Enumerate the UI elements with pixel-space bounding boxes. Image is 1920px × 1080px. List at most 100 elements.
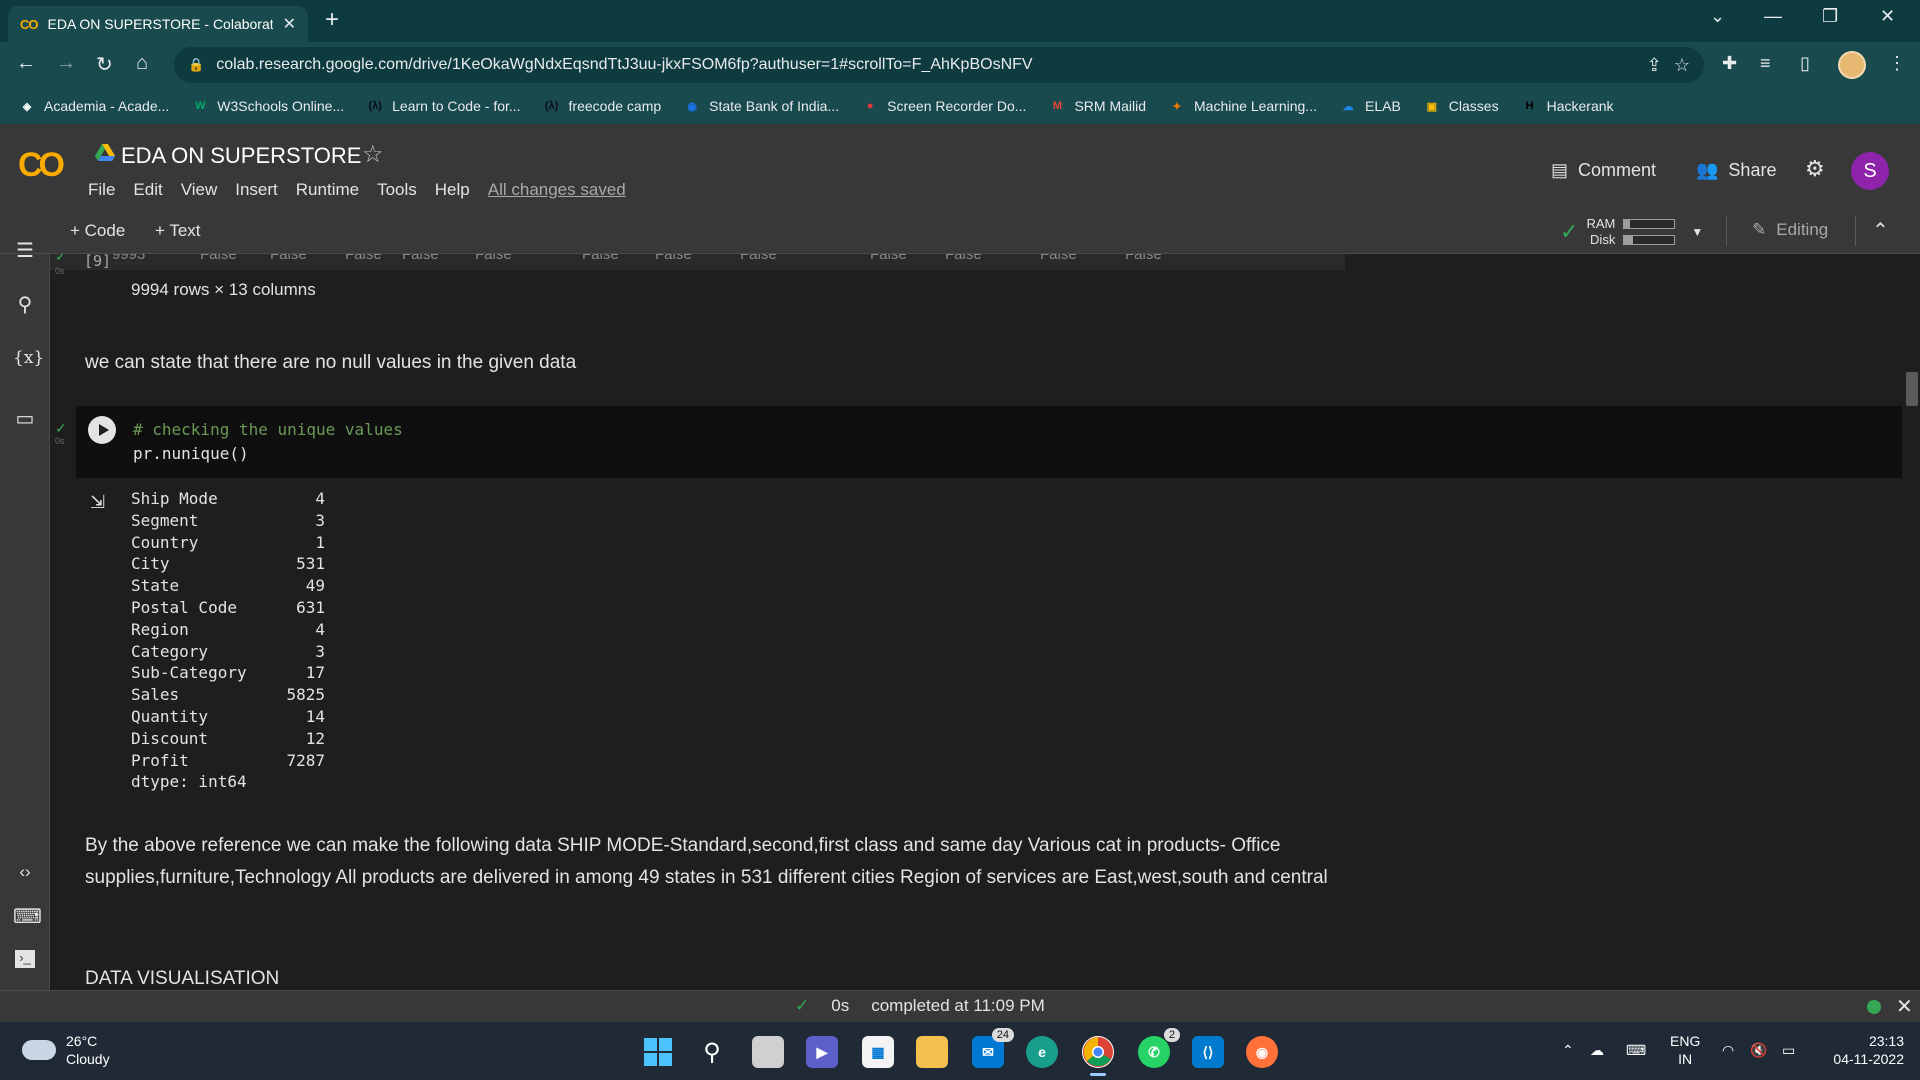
teams-chat-icon[interactable]: ▶ [806,1036,838,1068]
touch-keyboard-icon[interactable]: ⌨ [1626,1042,1646,1059]
settings-gear-icon[interactable]: ⚙ [1805,156,1825,182]
column-name: City [131,554,170,574]
bookmark-item[interactable]: ◉ State Bank of India... [683,97,839,115]
search-icon[interactable]: ⚲ [696,1036,728,1068]
weather-condition: Cloudy [66,1051,110,1067]
code-editor[interactable]: # checking the unique values pr.nunique(… [133,418,403,466]
add-code-button[interactable]: + Code [70,221,125,241]
back-icon[interactable]: ← [16,52,36,75]
bookmark-label: Classes [1448,98,1499,114]
files-folder-icon[interactable]: ▭ [13,406,37,431]
menu-file[interactable]: File [88,180,115,200]
comment-button[interactable]: ▤ Comment [1551,160,1656,181]
speaker-muted-icon[interactable]: 🔇 [1750,1042,1767,1059]
address-bar[interactable]: 🔒 colab.research.google.com/drive/1KeOka… [174,47,1704,83]
windows-start-icon[interactable] [642,1036,674,1068]
markdown-cell-null-values[interactable]: we can state that there are no null valu… [85,352,576,374]
menu-runtime[interactable]: Runtime [296,180,359,200]
search-icon[interactable]: ⚲ [13,292,37,317]
output-row: Category 3 [131,641,325,663]
bookmark-item[interactable]: (λ) freecode camp [543,97,661,115]
notebook-title[interactable]: EDA ON SUPERSTORE [121,143,361,169]
bookmark-item[interactable]: ◈ Academia - Acade... [18,97,170,115]
share-button[interactable]: 👥 Share [1696,160,1776,181]
column-name: Discount [131,728,209,748]
add-text-button[interactable]: + Text [155,221,201,241]
bookmark-item[interactable]: H Hackerank [1521,97,1614,115]
whatsapp-icon[interactable]: ✆ 2 [1138,1028,1180,1068]
user-avatar[interactable]: S [1851,152,1889,190]
restore-icon[interactable]: ❐ [1822,6,1838,27]
notebook-content[interactable]: ✓ 0s [9] 9993 False False False False False Fa… [50,254,1902,990]
minimize-icon[interactable]: — [1764,6,1782,27]
extensions-icon[interactable]: ✚ [1722,53,1737,74]
bookmark-item[interactable]: (λ) Learn to Code - for... [366,97,520,115]
forward-icon[interactable]: → [56,52,76,75]
save-status-link[interactable]: All changes saved [488,180,626,200]
task-view-icon[interactable] [752,1036,784,1068]
menu-tools[interactable]: Tools [377,180,417,200]
bookmark-item[interactable]: ▣ Classes [1423,97,1499,115]
bookmark-item[interactable]: ☁ ELAB [1339,97,1400,115]
onedrive-cloud-icon[interactable]: ☁ [1590,1042,1604,1059]
mail-icon[interactable]: ✉ 24 [972,1028,1014,1068]
microsoft-store-icon[interactable]: ▦ [862,1036,894,1068]
scrollbar-thumb[interactable] [1906,372,1918,406]
lock-icon[interactable]: 🔒 [188,57,204,73]
media-control-icon[interactable]: ≡ [1760,53,1771,74]
home-icon[interactable]: ⌂ [136,52,148,75]
reload-icon[interactable]: ↻ [96,52,113,77]
battery-icon[interactable]: ▭ [1782,1042,1795,1059]
output-row: Segment 3 [131,510,325,532]
menu-help[interactable]: Help [435,180,470,200]
terminal-icon[interactable]: ›_ [15,950,35,968]
bookmark-item[interactable]: ● Screen Recorder Do... [861,97,1027,115]
side-panel-icon[interactable]: ▯ [1800,53,1810,74]
variables-icon[interactable]: {x} [13,348,44,368]
vscode-icon[interactable]: ⟨⟩ [1192,1036,1224,1068]
close-window-icon[interactable]: ✕ [1880,6,1895,27]
close-tab-icon[interactable]: ✕ [283,14,296,34]
connect-dropdown-icon[interactable]: ▼ [1691,225,1703,239]
close-status-icon[interactable]: ✕ [1896,994,1913,1019]
share-page-icon[interactable]: ⇪ [1647,55,1662,76]
colab-logo[interactable]: CO [18,146,65,185]
notebook-scrollbar[interactable] [1902,254,1920,990]
menu-view[interactable]: View [181,180,218,200]
bookmark-item[interactable]: W W3Schools Online... [191,97,344,115]
bookmark-item[interactable]: M SRM Mailid [1048,97,1146,115]
show-hidden-icons-icon[interactable]: ⌃ [1562,1042,1574,1059]
command-palette-icon[interactable]: ⌨ [13,904,42,929]
file-explorer-icon[interactable] [916,1036,948,1068]
table-of-contents-icon[interactable]: ☰ [13,238,37,263]
new-tab-icon[interactable]: + [325,6,339,34]
resources-indicator[interactable]: ✓ RAM Disk ▼ [1560,216,1703,248]
code-snippets-icon[interactable]: ‹› [13,862,37,882]
url-text[interactable]: colab.research.google.com/drive/1KeOkaWg… [216,56,1635,74]
collapse-header-icon[interactable]: ⌃ [1872,218,1889,243]
google-drive-icon[interactable] [95,144,115,162]
system-clock[interactable]: 23:13 04-11-2022 [1822,1032,1904,1068]
output-actions-icon[interactable]: ⇲ [90,492,105,513]
input-language[interactable]: ENG IN [1670,1032,1700,1068]
run-cell-button[interactable] [88,416,116,444]
weather-widget[interactable]: 26°C Cloudy [22,1032,110,1068]
code-cell-nunique[interactable]: # checking the unique values pr.nunique(… [76,406,1902,478]
star-notebook-icon[interactable]: ☆ [362,140,384,169]
firefox-icon[interactable]: ◉ [1246,1036,1278,1068]
markdown-cell-heading[interactable]: DATA VISUALISATION [85,968,279,990]
browser-profile-avatar[interactable] [1838,51,1866,79]
tab-search-chevron-icon[interactable]: ⌄ [1710,6,1725,27]
editing-mode-button[interactable]: ✎ Editing [1752,220,1828,240]
chrome-browser-icon[interactable] [1082,1036,1114,1068]
menu-insert[interactable]: Insert [235,180,278,200]
bookmark-star-icon[interactable]: ☆ [1674,55,1690,76]
output-row: Ship Mode 4 [131,488,325,510]
browser-tab-active[interactable]: CO EDA ON SUPERSTORE - Colaboratory ✕ [8,6,308,42]
browser-menu-icon[interactable]: ⋮ [1888,53,1906,74]
edge-browser-icon[interactable]: e [1026,1036,1058,1068]
menu-edit[interactable]: Edit [133,180,162,200]
wifi-icon[interactable]: ◠ [1722,1042,1734,1059]
markdown-cell-summary[interactable]: By the above reference we can make the f… [85,830,1385,894]
bookmark-item[interactable]: ✦ Machine Learning... [1168,97,1317,115]
